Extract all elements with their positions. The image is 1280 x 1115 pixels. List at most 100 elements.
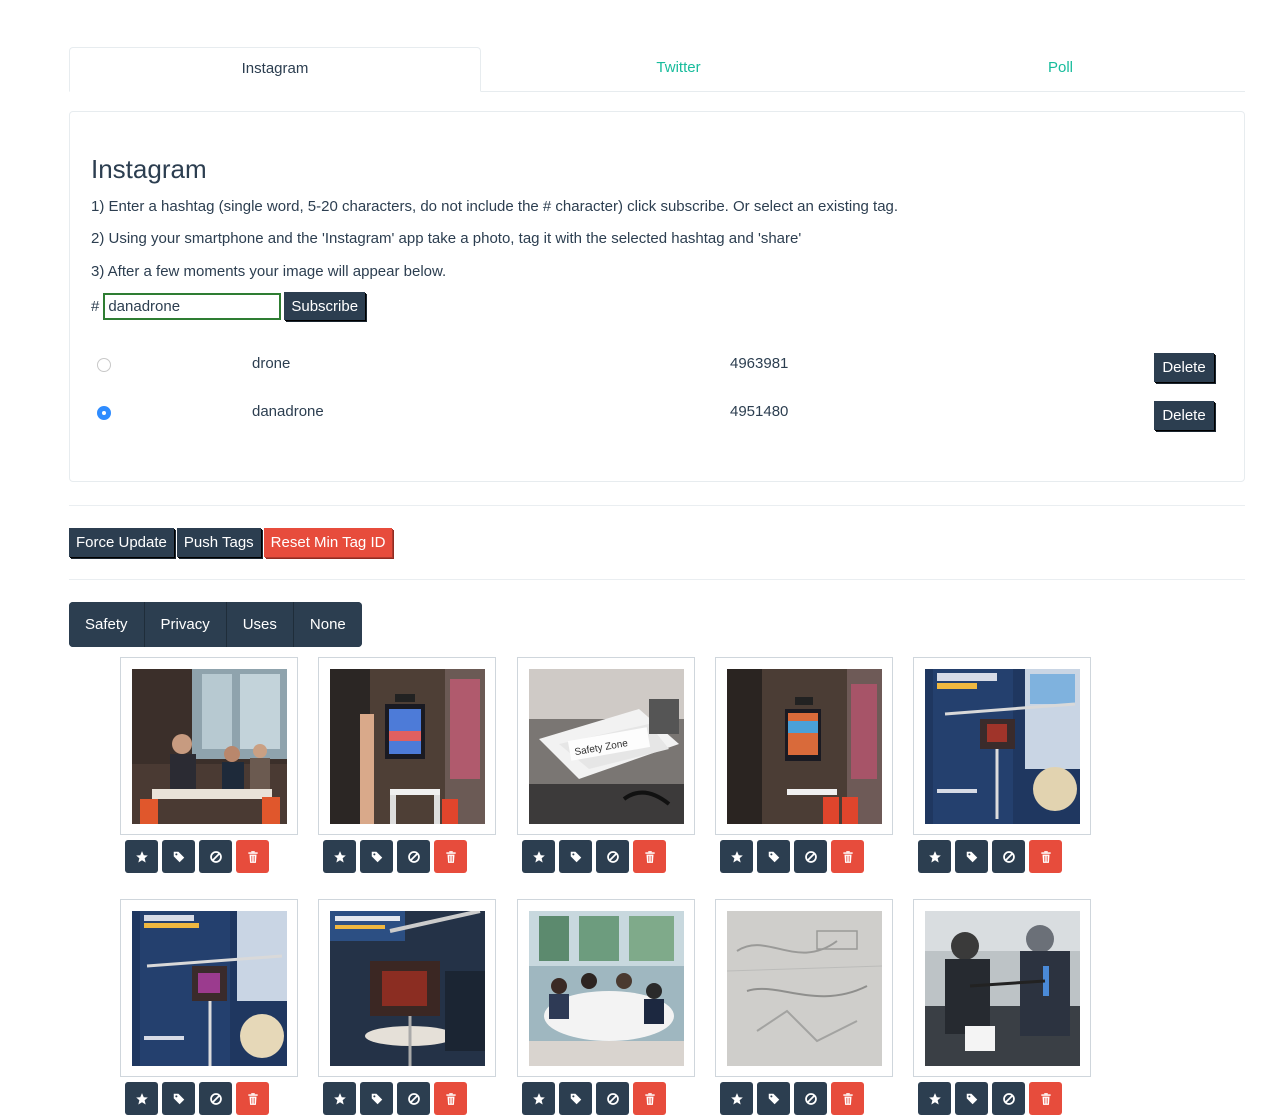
instagram-photo — [925, 669, 1080, 824]
tag-button[interactable] — [757, 840, 790, 873]
image-card[interactable] — [517, 899, 695, 1077]
trash-button[interactable] — [434, 840, 467, 873]
tag-button[interactable] — [559, 840, 592, 873]
block-button[interactable] — [199, 840, 232, 873]
image-action-bar — [918, 1082, 1062, 1115]
star-button[interactable] — [918, 1082, 951, 1115]
star-icon — [928, 1092, 942, 1106]
tab-poll[interactable]: Poll — [876, 47, 1245, 91]
star-button[interactable] — [125, 1082, 158, 1115]
block-icon — [407, 850, 421, 864]
reset-min-tag-id-button[interactable]: Reset Min Tag ID — [263, 528, 393, 557]
image-card[interactable] — [913, 899, 1091, 1077]
tag-radio-danadrone[interactable] — [97, 406, 111, 420]
star-icon — [532, 1092, 546, 1106]
trash-button[interactable] — [633, 840, 666, 873]
trash-button[interactable] — [1029, 1082, 1062, 1115]
trash-button[interactable] — [633, 1082, 666, 1115]
instagram-photo — [330, 911, 485, 1066]
block-icon — [606, 1092, 620, 1106]
block-button[interactable] — [397, 840, 430, 873]
filter-none-button[interactable]: None — [293, 602, 362, 647]
trash-icon — [643, 850, 657, 864]
subscribe-button[interactable]: Subscribe — [284, 292, 366, 320]
image-card[interactable] — [120, 657, 298, 835]
tag-icon — [767, 850, 781, 864]
trash-button[interactable] — [1029, 840, 1062, 873]
block-icon — [1002, 850, 1016, 864]
block-button[interactable] — [596, 840, 629, 873]
tag-icon — [965, 850, 979, 864]
image-card[interactable] — [913, 657, 1091, 835]
image-card[interactable]: Safety Zone — [517, 657, 695, 835]
block-button[interactable] — [397, 1082, 430, 1115]
filter-privacy-button[interactable]: Privacy — [144, 602, 227, 647]
tag-button[interactable] — [955, 1082, 988, 1115]
star-icon — [135, 850, 149, 864]
block-button[interactable] — [794, 1082, 827, 1115]
tab-instagram[interactable]: Instagram — [69, 47, 481, 92]
tag-button[interactable] — [162, 840, 195, 873]
trash-button[interactable] — [236, 1082, 269, 1115]
delete-tag-button[interactable]: Delete — [1154, 353, 1214, 382]
tag-row: drone 4963981 Delete — [70, 350, 1244, 382]
tag-button[interactable] — [955, 840, 988, 873]
push-tags-button[interactable]: Push Tags — [176, 528, 261, 557]
image-card[interactable] — [318, 657, 496, 835]
tab-twitter[interactable]: Twitter — [481, 47, 876, 91]
tag-icon — [569, 1092, 583, 1106]
filter-safety-button[interactable]: Safety — [69, 602, 145, 647]
panel-title: Instagram — [91, 154, 207, 184]
block-button[interactable] — [992, 840, 1025, 873]
hashtag-input[interactable] — [103, 292, 282, 320]
block-button[interactable] — [794, 840, 827, 873]
star-button[interactable] — [918, 840, 951, 873]
instruction-step-1: 1) Enter a hashtag (single word, 5-20 ch… — [91, 198, 899, 215]
image-card[interactable] — [715, 657, 893, 835]
star-button[interactable] — [522, 1082, 555, 1115]
star-icon — [730, 1092, 744, 1106]
star-button[interactable] — [720, 840, 753, 873]
block-icon — [1002, 1092, 1016, 1106]
block-button[interactable] — [596, 1082, 629, 1115]
hash-symbol: # — [91, 297, 100, 315]
block-icon — [804, 1092, 818, 1106]
star-button[interactable] — [720, 1082, 753, 1115]
trash-button[interactable] — [831, 840, 864, 873]
trash-button[interactable] — [434, 1082, 467, 1115]
image-card[interactable] — [318, 899, 496, 1077]
tag-button[interactable] — [360, 1082, 393, 1115]
force-update-button[interactable]: Force Update — [69, 528, 174, 557]
delete-tag-button[interactable]: Delete — [1154, 401, 1214, 430]
block-button[interactable] — [199, 1082, 232, 1115]
star-button[interactable] — [323, 1082, 356, 1115]
image-action-bar — [918, 840, 1062, 873]
tag-button[interactable] — [162, 1082, 195, 1115]
instagram-photo — [529, 911, 684, 1066]
tag-button[interactable] — [757, 1082, 790, 1115]
block-button[interactable] — [992, 1082, 1025, 1115]
image-card[interactable] — [120, 899, 298, 1077]
star-button[interactable] — [323, 840, 356, 873]
instagram-photo — [132, 911, 287, 1066]
star-icon — [333, 1092, 347, 1106]
instagram-panel: Instagram 1) Enter a hashtag (single wor… — [69, 111, 1245, 482]
filter-uses-button[interactable]: Uses — [226, 602, 294, 647]
instagram-photo — [132, 669, 287, 824]
star-icon — [135, 1092, 149, 1106]
tag-button[interactable] — [559, 1082, 592, 1115]
tag-id: 4951480 — [730, 403, 789, 420]
block-icon — [606, 850, 620, 864]
tag-radio-drone[interactable] — [97, 358, 111, 372]
trash-icon — [643, 1092, 657, 1106]
image-card[interactable] — [715, 899, 893, 1077]
instagram-photo: Safety Zone — [529, 669, 684, 824]
image-action-bar — [522, 840, 666, 873]
trash-icon — [1039, 1092, 1053, 1106]
trash-button[interactable] — [236, 840, 269, 873]
image-action-bar — [720, 840, 864, 873]
tag-button[interactable] — [360, 840, 393, 873]
star-button[interactable] — [125, 840, 158, 873]
trash-button[interactable] — [831, 1082, 864, 1115]
star-button[interactable] — [522, 840, 555, 873]
